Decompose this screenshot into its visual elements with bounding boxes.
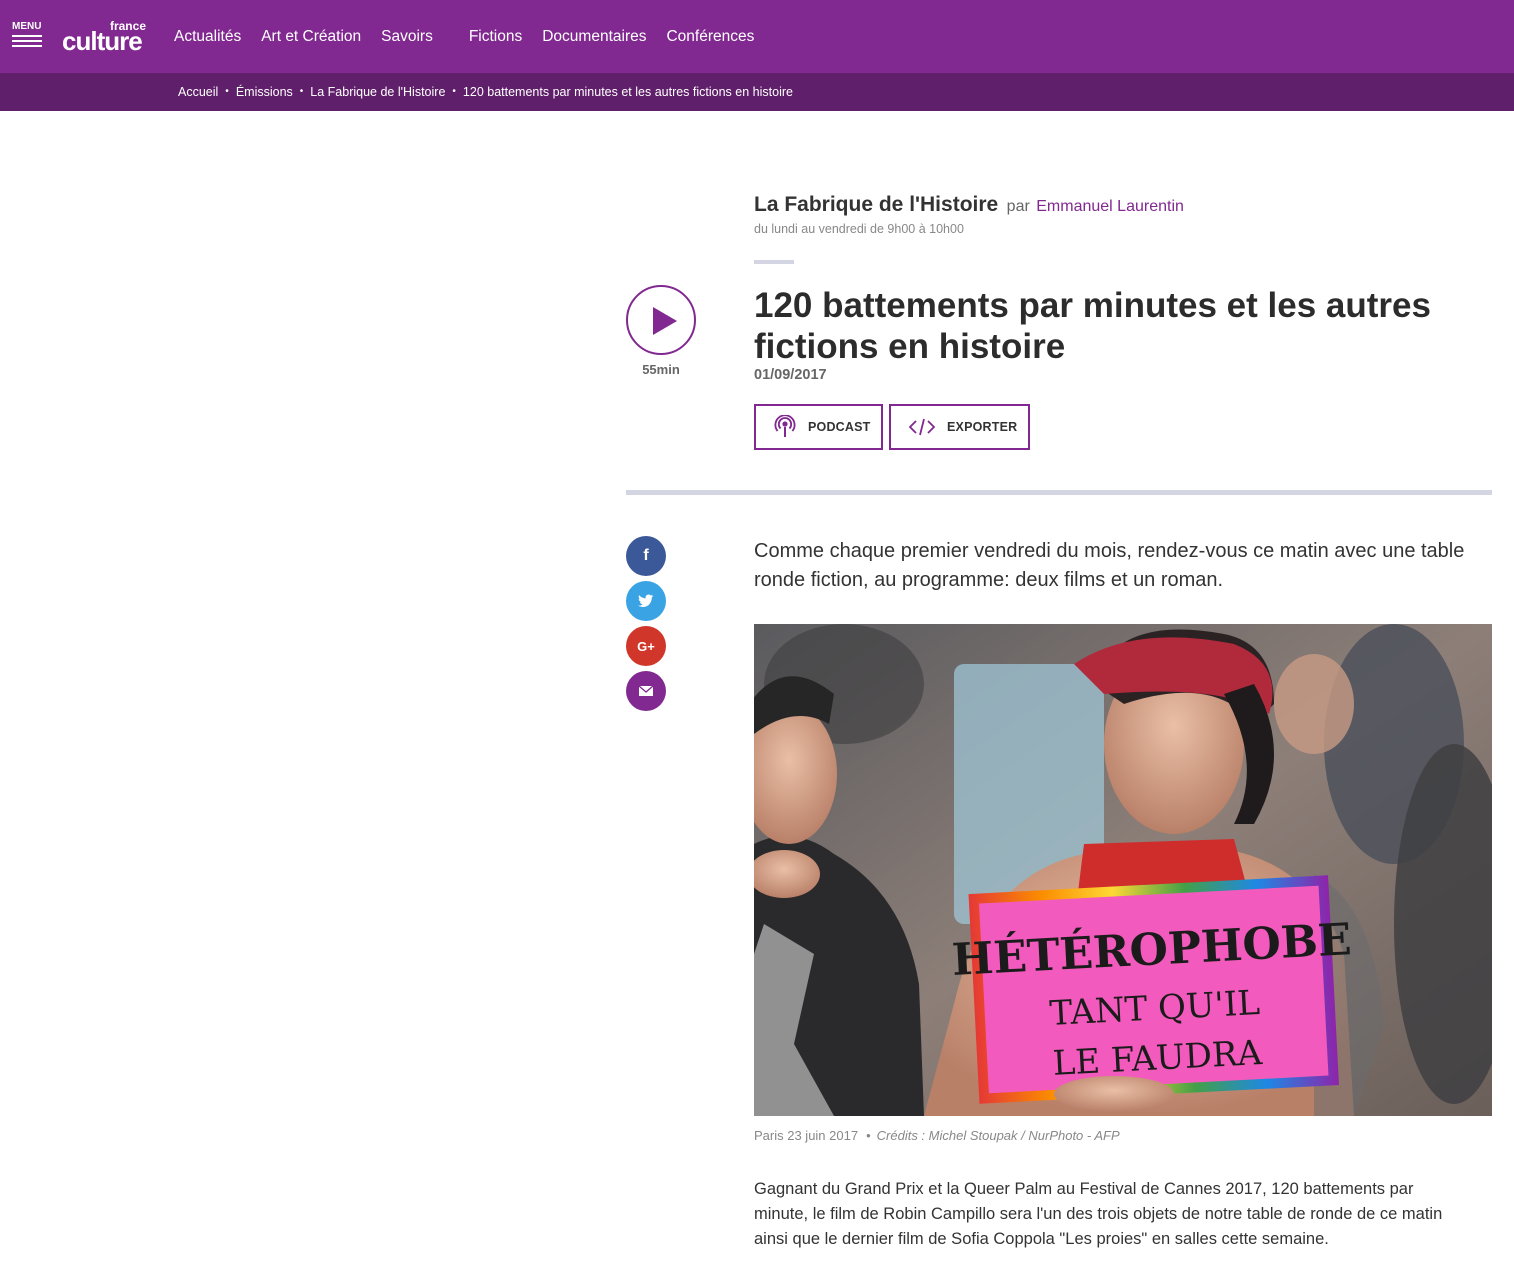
caption-text: Paris 23 juin 2017: [754, 1128, 859, 1143]
code-icon: [909, 418, 935, 436]
nav-item-conferences[interactable]: Conférences: [666, 27, 754, 47]
facebook-icon: f: [643, 547, 649, 564]
show-title[interactable]: La Fabrique de l'Histoire: [754, 193, 998, 216]
breadcrumb-separator: •: [452, 86, 456, 97]
article-photo: HÉTÉROPHOBE TANT QU'IL LE FAUDRA: [754, 624, 1492, 1116]
breadcrumb-emissions[interactable]: Émissions: [236, 84, 293, 100]
france-culture-logo[interactable]: france culture: [62, 20, 148, 54]
main-nav: Actualités Art et Création Savoirs Ficti…: [174, 27, 754, 47]
breadcrumb-show[interactable]: La Fabrique de l'Histoire: [310, 84, 445, 100]
episode-duration: 55min: [642, 362, 680, 377]
play-button[interactable]: [626, 285, 696, 355]
twitter-icon: [638, 594, 654, 607]
top-navigation-bar: MENU france culture Actualités Art et Cr…: [0, 0, 1514, 73]
show-schedule: du lundi au vendredi de 9h00 à 10h00: [754, 222, 964, 236]
section-separator: [626, 490, 1492, 495]
photo-caption: Paris 23 juin 2017 • Crédits : Michel Stou…: [754, 1128, 1120, 1143]
show-par: par: [1006, 198, 1030, 215]
article-date: 01/09/2017: [754, 367, 827, 383]
email-icon: [639, 686, 653, 696]
nav-item-documentaires[interactable]: Documentaires: [542, 27, 646, 47]
share-email-button[interactable]: [626, 671, 666, 711]
share-googleplus-button[interactable]: G+: [626, 626, 666, 666]
breadcrumb-accueil[interactable]: Accueil: [178, 84, 218, 100]
show-host-link[interactable]: Emmanuel Laurentin: [1036, 198, 1184, 215]
menu-button[interactable]: MENU: [12, 22, 44, 50]
nav-item-savoirs[interactable]: Savoirs: [381, 27, 433, 47]
caption-dot: •: [866, 1128, 871, 1143]
googleplus-icon: G+: [637, 638, 655, 654]
nav-item-art-et-creation[interactable]: Art et Création: [261, 27, 361, 47]
breadcrumb-separator: •: [225, 86, 229, 97]
breadcrumb-current: 120 battements par minutes et les autres…: [462, 85, 793, 99]
export-label: EXPORTER: [947, 420, 1018, 434]
logo-main-text: culture: [62, 26, 143, 56]
hamburger-icon: [12, 35, 44, 47]
podcast-label: PODCAST: [808, 420, 871, 434]
podcast-icon: [774, 415, 796, 439]
play-icon: [653, 307, 677, 335]
article-title: 120 battements par minutes et les autres…: [754, 286, 1431, 366]
article-intro: Comme chaque premier vendredi du mois, r…: [754, 540, 1465, 591]
breadcrumb-bar: Accueil • Émissions • La Fabrique de l'H…: [0, 73, 1514, 111]
article-body: Gagnant du Grand Prix et la Queer Palm a…: [754, 1180, 1443, 1248]
caption-credit: Crédits : Michel Stoupak / NurPhoto - AF…: [876, 1128, 1120, 1143]
podcast-button[interactable]: PODCAST: [754, 404, 883, 450]
share-twitter-button[interactable]: [626, 581, 666, 621]
title-divider: [754, 260, 794, 264]
show-info: La Fabrique de l'Histoire par Emmanuel L…: [754, 193, 1184, 217]
breadcrumb-separator: •: [299, 86, 304, 97]
share-facebook-button[interactable]: f: [626, 536, 666, 576]
nav-item-actualites[interactable]: Actualités: [174, 27, 241, 47]
export-button[interactable]: EXPORTER: [889, 404, 1030, 450]
menu-label: MENU: [12, 21, 42, 32]
nav-item-fictions[interactable]: Fictions: [469, 27, 522, 47]
breadcrumb: Accueil • Émissions • La Fabrique de l'H…: [178, 84, 793, 100]
